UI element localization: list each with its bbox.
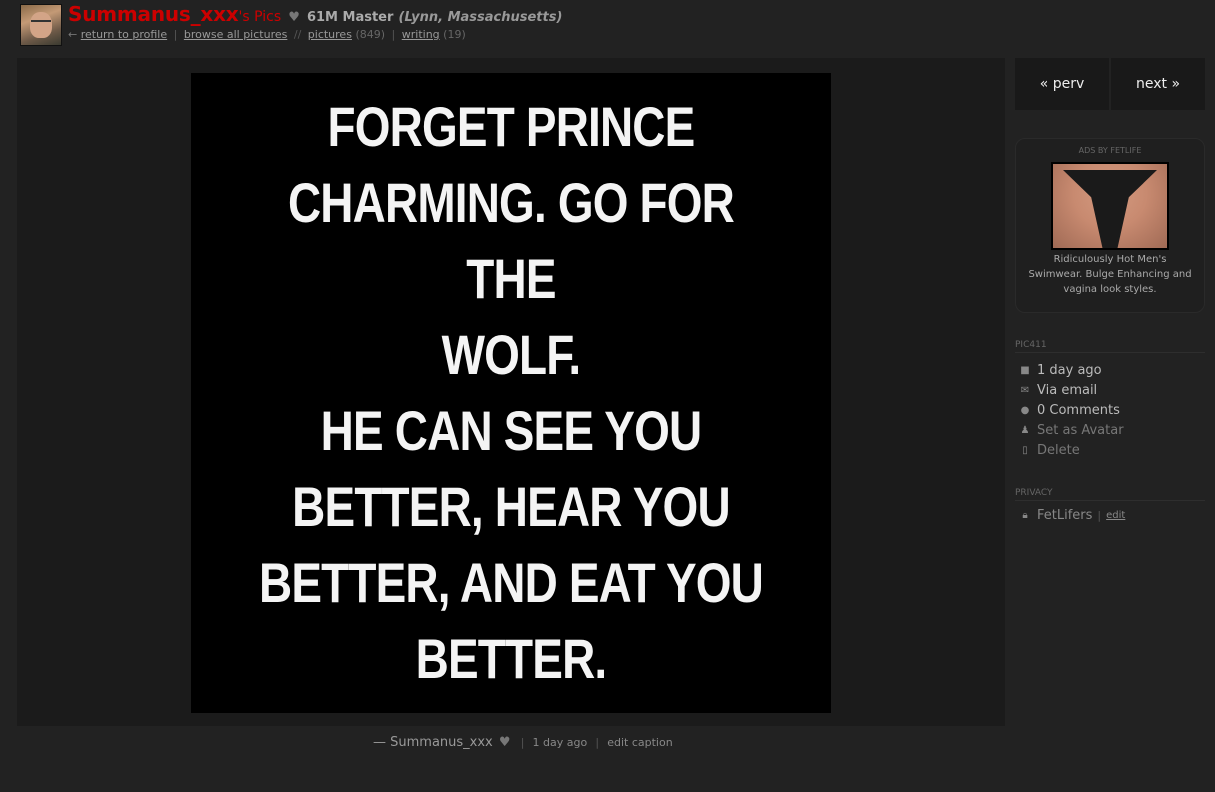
main-picture[interactable]: FORGET PRINCE CHARMING. GO FOR THE WOLF.… [191, 73, 831, 713]
privacy-section-label: PRIVACY [1015, 488, 1205, 501]
return-to-profile-link[interactable]: return to profile [81, 28, 167, 41]
ad-image[interactable] [1051, 162, 1169, 250]
privacy-row: 🔒︎ FetLifers | edit [1019, 508, 1125, 523]
set-as-avatar-link[interactable]: ♟ Set as Avatar [1019, 420, 1124, 440]
meta-item-label[interactable]: Set as Avatar [1037, 423, 1124, 438]
trash-icon: ▯ [1022, 444, 1028, 456]
meta-item-label: Via email [1037, 382, 1098, 398]
meta-item-label[interactable]: 0 Comments [1037, 403, 1120, 418]
writing-count: (19) [443, 28, 466, 41]
caption-time: 1 day ago [532, 736, 588, 749]
pic-section-label: PIC411 [1015, 340, 1205, 353]
user-location: (Lynn, Massachusetts) [398, 10, 563, 25]
page-header: Summanus_xxx's Pics ♥ 61M Master (Lynn, … [20, 2, 1200, 48]
pictures-link[interactable]: pictures [308, 28, 352, 41]
meta-item-label[interactable]: Delete [1037, 443, 1080, 458]
meta-item-label: 1 day ago [1037, 362, 1102, 378]
breadcrumb: ← return to profile | browse all picture… [68, 28, 466, 41]
comment-icon: ● [1020, 404, 1030, 416]
title-line: Summanus_xxx's Pics ♥ 61M Master (Lynn, … [68, 2, 562, 26]
delete-link[interactable]: ▯ Delete [1019, 440, 1124, 460]
avatar[interactable] [20, 4, 62, 46]
heart-icon: ♥ [498, 735, 511, 750]
browse-all-pictures-link[interactable]: browse all pictures [184, 28, 288, 41]
pictures-count: (849) [355, 28, 386, 41]
meta-item-comments[interactable]: ● 0 Comments [1019, 400, 1124, 420]
edit-caption-link[interactable]: edit caption [607, 736, 672, 749]
meta-item-time: ■ 1 day ago [1019, 360, 1124, 380]
user-meta: 61M Master [306, 10, 394, 25]
picture-caption: — Summanus_xxx ♥ | 1 day ago | edit capt… [373, 735, 673, 750]
privacy-edit-link[interactable]: edit [1106, 510, 1125, 521]
next-button[interactable]: next » [1111, 58, 1205, 110]
envelope-icon: ✉ [1020, 384, 1030, 396]
privacy-value: FetLifers [1037, 508, 1093, 523]
user-icon: ♟ [1020, 424, 1030, 436]
meta-item-via-email: ✉ Via email [1019, 380, 1124, 400]
nav-separator: // [293, 28, 302, 41]
heart-icon: ♥ [288, 10, 300, 25]
picture-meta-list: ■ 1 day ago ✉ Via email ● 0 Comments ♟ S… [1019, 360, 1124, 460]
ad-text[interactable]: Ridiculously Hot Men's Swimwear. Bulge E… [1026, 252, 1194, 297]
back-arrow-icon: ← [68, 28, 78, 41]
caption-author[interactable]: — Summanus_xxx [373, 735, 493, 750]
username-link[interactable]: Summanus_xxx [68, 2, 239, 26]
ad-box: ADS BY FETLIFE Ridiculously Hot Men's Sw… [1015, 138, 1205, 313]
lock-icon: 🔒︎ [1022, 510, 1028, 521]
picture-text: FORGET PRINCE CHARMING. GO FOR THE WOLF.… [258, 95, 764, 690]
camera-icon: ■ [1020, 364, 1030, 376]
pics-suffix: 's Pics [238, 9, 282, 25]
writing-link[interactable]: writing [402, 28, 440, 41]
ad-header: ADS BY FETLIFE [1078, 146, 1142, 155]
prev-button[interactable]: « perv [1015, 58, 1109, 110]
picture-navigation: « perv next » [1015, 58, 1205, 110]
